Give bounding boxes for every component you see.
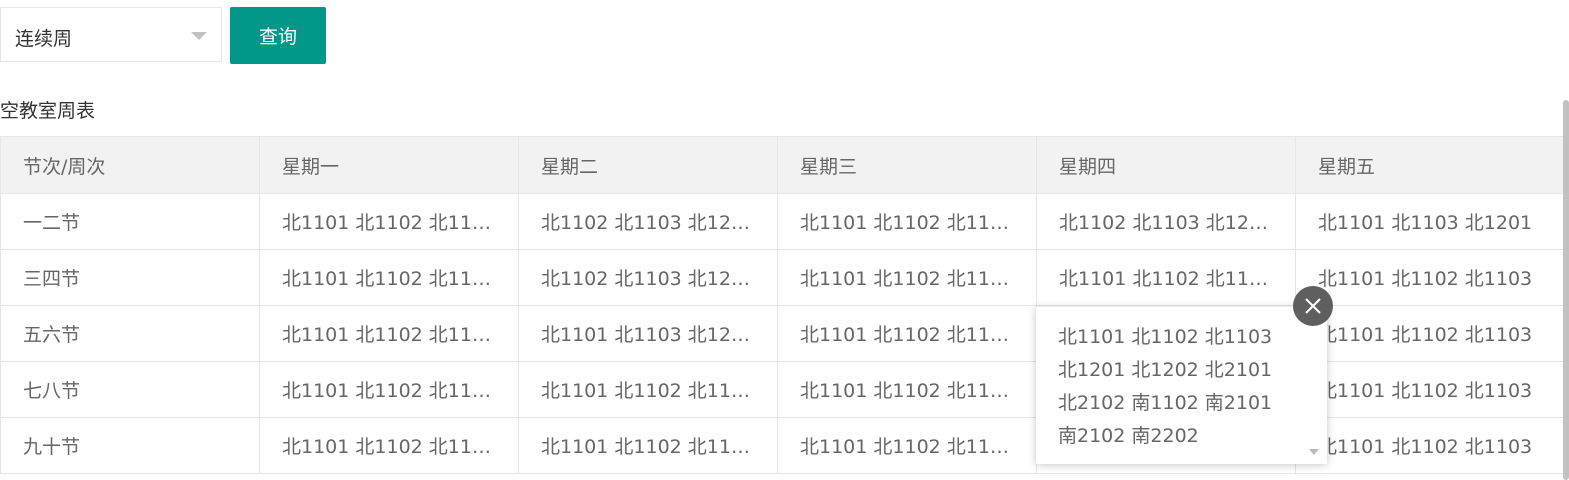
table-row: 三四节 北1101 北1102 北11… 北1102 北1103 北12… 北1… [0,249,1569,306]
period-cell: 九十节 [0,417,260,474]
room-cell[interactable]: 北1101 北1103 北1201 [1295,193,1569,250]
period-cell: 五六节 [0,305,260,362]
header-period: 节次/周次 [0,136,260,194]
close-icon [1305,298,1321,314]
table-row: 五六节 北1101 北1102 北11… 北1101 北1103 北12… 北1… [0,305,1569,362]
query-button[interactable]: 查询 [230,7,326,64]
scroll-down-icon[interactable] [1309,449,1319,455]
header-tuesday: 星期二 [518,136,778,194]
table-title: 空教室周表 [0,100,96,122]
week-type-select-value: 连续周 [15,28,73,50]
page-scrollbar[interactable] [1563,100,1569,480]
header-thursday: 星期四 [1036,136,1296,194]
room-cell[interactable]: 北1101 北1103 北12… [518,305,778,362]
room-cell[interactable]: 北1102 北1103 北12… [518,249,778,306]
room-cell[interactable]: 北1101 北1102 北11… [518,417,778,474]
table-row: 一二节 北1101 北1102 北11… 北1102 北1103 北12… 北1… [0,193,1569,250]
table-row: 九十节 北1101 北1102 北11… 北1101 北1102 北11… 北1… [0,417,1569,474]
period-cell: 一二节 [0,193,260,250]
room-cell[interactable]: 北1101 北1102 北11… [777,193,1037,250]
cell-detail-popup: 北1101 北1102 北1103 北1201 北1202 北2101 北210… [1036,307,1327,464]
room-cell[interactable]: 北1101 北1102 北11… [777,361,1037,418]
caret-down-icon [191,32,207,40]
table-header-row: 节次/周次 星期一 星期二 星期三 星期四 星期五 [0,136,1569,194]
popup-room-list: 北1101 北1102 北1103 北1201 北1202 北2101 北210… [1058,326,1273,447]
header-monday: 星期一 [259,136,519,194]
room-cell[interactable]: 北1101 北1102 北11… [777,305,1037,362]
room-cell[interactable]: 北1101 北1102 北11… [777,417,1037,474]
room-cell[interactable]: 北1101 北1102 北11… [777,249,1037,306]
week-type-select[interactable]: 连续周 [0,7,222,62]
room-cell[interactable]: 北1101 北1102 北11… [259,417,519,474]
room-cell[interactable]: 北1101 北1102 北11… [259,361,519,418]
popup-close-button[interactable] [1293,286,1333,326]
room-cell[interactable]: 北1101 北1102 北1103 [1295,305,1569,362]
room-cell[interactable]: 北1101 北1102 北1103 [1295,417,1569,474]
room-cell[interactable]: 北1101 北1102 北11… [518,361,778,418]
room-cell[interactable]: 北1101 北1102 北11… [259,193,519,250]
room-cell[interactable]: 北1101 北1102 北1103 [1295,361,1569,418]
room-cell[interactable]: 北1102 北1103 北12… [1036,193,1296,250]
room-cell[interactable]: 北1101 北1102 北11… [259,249,519,306]
room-cell[interactable]: 北1101 北1102 北11… [1036,249,1296,306]
empty-classroom-table: 节次/周次 星期一 星期二 星期三 星期四 星期五 一二节 北1101 北110… [0,136,1569,474]
room-cell[interactable]: 北1101 北1102 北1103 [1295,249,1569,306]
room-cell[interactable]: 北1102 北1103 北12… [518,193,778,250]
header-wednesday: 星期三 [777,136,1037,194]
period-cell: 七八节 [0,361,260,418]
table-row: 七八节 北1101 北1102 北11… 北1101 北1102 北11… 北1… [0,361,1569,418]
header-friday: 星期五 [1295,136,1569,194]
room-cell[interactable]: 北1101 北1102 北11… [259,305,519,362]
period-cell: 三四节 [0,249,260,306]
